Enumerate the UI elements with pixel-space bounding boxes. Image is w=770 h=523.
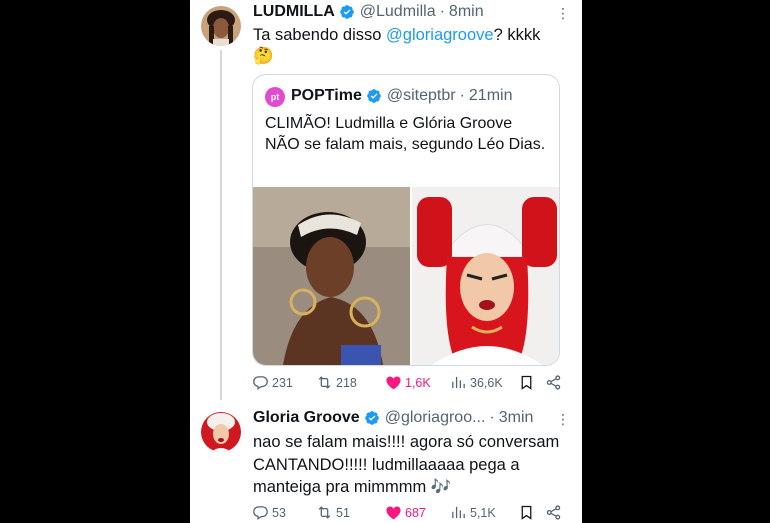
share-button[interactable] <box>545 374 562 391</box>
retweet-button[interactable]: 51 <box>316 504 350 521</box>
view-count: 5,1K <box>470 505 496 520</box>
verified-icon <box>367 89 381 103</box>
heart-filled-icon <box>386 376 401 390</box>
music-notes-emoji: 🎶 <box>430 478 452 496</box>
like-button[interactable]: 687 <box>385 504 426 521</box>
quote-text: CLIMÃO! Ludmilla e Glória Groove NÃO se … <box>265 115 546 153</box>
tweet-gloria-groove[interactable]: Gloria Groove @gloriagroo... · 3min ⋮ na… <box>190 398 582 523</box>
separator-dot: · <box>459 87 465 104</box>
bookmark-button[interactable] <box>518 504 535 521</box>
more-icon[interactable]: ⋮ <box>556 5 570 22</box>
analytics-icon <box>452 376 465 389</box>
thread-line <box>220 50 222 400</box>
display-name[interactable]: Gloria Groove <box>253 409 360 427</box>
retweet-icon <box>318 376 331 389</box>
handle[interactable]: @Ludmilla <box>360 3 436 21</box>
avatar[interactable] <box>201 6 241 46</box>
bookmark-icon <box>521 375 532 390</box>
reply-icon <box>253 506 268 520</box>
mention-link[interactable]: @gloriagroove <box>386 26 494 44</box>
quote-photo-left[interactable] <box>253 187 410 365</box>
retweet-icon <box>318 506 331 519</box>
tweet-actions: 231 218 1,6K 36,6K <box>252 374 562 394</box>
bookmark-button[interactable] <box>518 374 535 391</box>
tweet-text: nao se falam mais!!!! agora só conversam… <box>253 431 571 499</box>
timestamp[interactable]: 8min <box>449 3 484 21</box>
quoted-tweet[interactable]: pt POPTime @siteptbr · 21min CLIMÃO! Lud… <box>252 74 560 366</box>
more-icon[interactable]: ⋮ <box>556 411 570 428</box>
retweet-count: 51 <box>336 505 350 520</box>
avatar[interactable] <box>201 412 241 452</box>
tweet-header: LUDMILLA @Ludmilla · 8min <box>253 3 484 21</box>
views-button[interactable]: 36,6K <box>450 374 503 391</box>
separator-dot: · <box>439 3 445 20</box>
quote-display-name[interactable]: POPTime <box>291 87 362 105</box>
share-icon <box>546 375 561 390</box>
bookmark-icon <box>521 505 532 520</box>
analytics-icon <box>452 506 465 519</box>
separator-dot: · <box>489 409 495 426</box>
tweet-actions: 53 51 687 5,1K <box>252 504 562 523</box>
verified-icon <box>339 5 354 19</box>
timeline: LUDMILLA @Ludmilla · 8min ⋮ Ta sabendo d… <box>190 0 582 523</box>
timestamp[interactable]: 3min <box>499 409 534 427</box>
quote-handle[interactable]: @siteptbr <box>387 87 456 105</box>
handle[interactable]: @gloriagroo... <box>385 409 486 427</box>
like-button[interactable]: 1,6K <box>385 374 431 391</box>
tweet-text-suffix: ? kkkk <box>493 26 541 44</box>
reply-icon <box>253 376 268 390</box>
like-count: 1,6K <box>405 375 431 390</box>
tweet-ludmilla[interactable]: LUDMILLA @Ludmilla · 8min ⋮ Ta sabendo d… <box>190 0 582 400</box>
reply-count: 53 <box>272 505 286 520</box>
reply-button[interactable]: 53 <box>252 504 286 521</box>
tweet-text-body: nao se falam mais!!!! agora só conversam… <box>253 433 560 496</box>
heart-filled-icon <box>386 506 401 520</box>
thinking-emoji: 🤔 <box>253 47 274 65</box>
like-count: 687 <box>405 505 426 520</box>
retweet-button[interactable]: 218 <box>316 374 357 391</box>
quote-photo-right[interactable] <box>412 187 559 365</box>
verified-icon <box>364 411 379 425</box>
share-button[interactable] <box>545 504 562 521</box>
tweet-text: Ta sabendo disso @gloriagroove? kkkk 🤔 <box>253 25 563 67</box>
quote-timestamp[interactable]: 21min <box>469 87 513 105</box>
tweet-text-body: Ta sabendo disso <box>253 26 387 44</box>
quote-avatar[interactable]: pt <box>265 87 285 107</box>
view-count: 36,6K <box>470 375 503 390</box>
tweet-header: Gloria Groove @gloriagroo... · 3min <box>253 409 533 427</box>
views-button[interactable]: 5,1K <box>450 504 496 521</box>
reply-button[interactable]: 231 <box>252 374 293 391</box>
reply-count: 231 <box>272 375 293 390</box>
display-name[interactable]: LUDMILLA <box>253 3 335 21</box>
share-icon <box>546 505 561 520</box>
retweet-count: 218 <box>336 375 357 390</box>
quote-header: POPTime @siteptbr · 21min <box>291 87 512 105</box>
